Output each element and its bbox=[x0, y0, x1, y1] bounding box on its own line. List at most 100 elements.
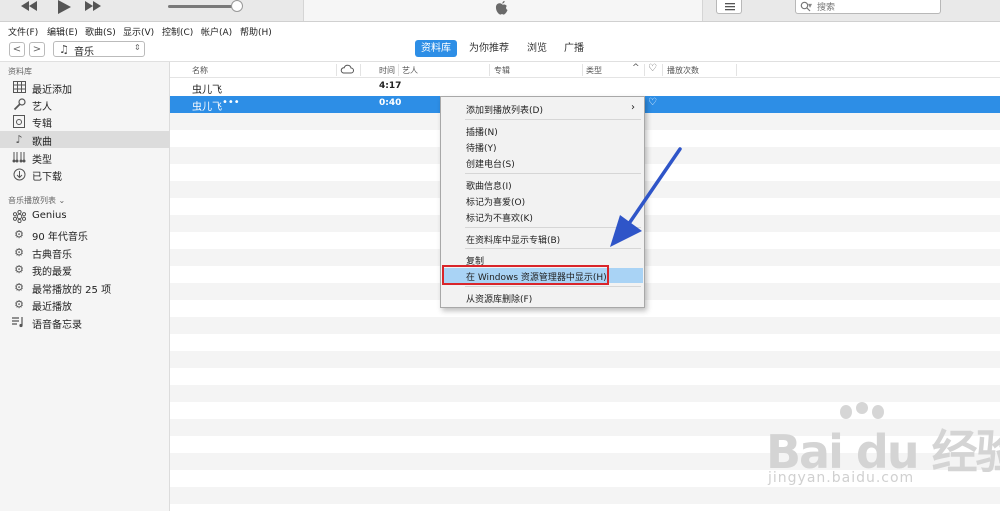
ctx-item-label: 从资源库删除(F) bbox=[466, 295, 533, 305]
sidebar-item-recently-played[interactable]: ⚙ 最近播放 bbox=[0, 296, 169, 313]
sort-ascending-icon: ^ bbox=[632, 63, 640, 73]
sidebar-item-favorites[interactable]: ⚙ 我的最爱 bbox=[0, 261, 169, 278]
sidebar-item-albums[interactable]: 专辑 bbox=[0, 113, 169, 130]
volume-knob[interactable] bbox=[231, 0, 243, 12]
sidebar-item-label: 类型 bbox=[32, 155, 52, 166]
sidebar-item-label: 专辑 bbox=[32, 119, 52, 130]
column-divider bbox=[644, 64, 645, 76]
heart-icon[interactable]: ♡ bbox=[648, 63, 657, 74]
ctx-delete-from-library[interactable]: 从资源库删除(F) bbox=[442, 290, 643, 305]
play-icon[interactable] bbox=[56, 0, 72, 14]
ctx-item-label: 插播(N) bbox=[466, 128, 498, 138]
genre-icon bbox=[12, 151, 26, 164]
sidebar-item-top-25[interactable]: ⚙ 最常播放的 25 项 bbox=[0, 279, 169, 296]
watermark-url: jingyan.baidu.com bbox=[768, 470, 915, 486]
table-header: 名称 时间 艺人 专辑 类型 ^ ♡ 播放次数 bbox=[170, 62, 1000, 78]
media-type-select[interactable]: ♫ 音乐 ⇕ bbox=[53, 41, 145, 58]
music-note-icon: ♪ bbox=[15, 133, 23, 146]
column-header-album[interactable]: 专辑 bbox=[494, 65, 510, 76]
sidebar-item-classical[interactable]: ⚙ 古典音乐 bbox=[0, 244, 169, 261]
search-dropdown-caret: ▾ bbox=[808, 1, 813, 10]
menu-controls[interactable]: 控制(C) bbox=[162, 25, 193, 38]
sidebar-item-label: 歌曲 bbox=[32, 137, 52, 148]
menu-song[interactable]: 歌曲(S) bbox=[85, 25, 116, 38]
sidebar-playlists-header[interactable]: 音乐播放列表 ⌄ bbox=[8, 195, 65, 206]
sidebar-item-label: 语音备忘录 bbox=[32, 320, 82, 331]
ctx-item-label: 在资料库中显示专辑(B) bbox=[466, 236, 561, 246]
empty-row bbox=[170, 368, 1000, 385]
menu-account[interactable]: 帐户(A) bbox=[201, 25, 232, 38]
sidebar-item-voice-memos[interactable]: 语音备忘录 bbox=[0, 314, 169, 331]
volume-slider[interactable] bbox=[168, 5, 236, 8]
sidebar-item-label: 最常播放的 25 项 bbox=[32, 285, 112, 296]
menu-edit[interactable]: 编辑(E) bbox=[47, 25, 78, 38]
download-icon bbox=[12, 168, 26, 181]
column-divider bbox=[662, 64, 663, 76]
sidebar-item-label: 已下载 bbox=[32, 172, 62, 183]
sidebar-item-90s-music[interactable]: ⚙ 90 年代音乐 bbox=[0, 226, 169, 243]
column-header-time[interactable]: 时间 bbox=[379, 65, 395, 76]
smart-playlist-gear-icon: ⚙ bbox=[14, 281, 24, 294]
annotation-arrow-icon bbox=[610, 147, 682, 247]
column-divider bbox=[582, 64, 583, 76]
column-divider bbox=[336, 64, 337, 76]
tab-browse[interactable]: 浏览 bbox=[521, 40, 553, 57]
column-divider bbox=[398, 64, 399, 76]
player-toolbar: ▾ 搜索 bbox=[0, 0, 1000, 22]
cloud-icon[interactable] bbox=[340, 64, 354, 76]
tab-library[interactable]: 资料库 bbox=[415, 40, 457, 57]
table-row[interactable]: 虫儿飞 4:17 bbox=[170, 79, 1000, 96]
baidu-jingyan-watermark: Bai du 经验 jingyan.baidu.com bbox=[760, 398, 1000, 511]
column-header-genre[interactable]: 类型 bbox=[586, 65, 602, 76]
sidebar-item-artists[interactable]: 艺人 bbox=[0, 96, 169, 113]
sidebar-item-genres[interactable]: 类型 bbox=[0, 149, 169, 166]
sidebar-item-label: 最近播放 bbox=[32, 302, 72, 313]
media-type-label: 音乐 bbox=[74, 47, 94, 58]
apple-logo-icon bbox=[492, 0, 512, 17]
sidebar-item-label: 艺人 bbox=[32, 102, 52, 113]
annotation-highlight-box bbox=[442, 265, 609, 285]
row-time: 4:17 bbox=[379, 81, 402, 91]
forward-button[interactable]: > bbox=[29, 42, 45, 57]
tab-for-you[interactable]: 为你推荐 bbox=[463, 40, 515, 57]
select-updown-icon: ⇕ bbox=[134, 43, 141, 52]
submenu-arrow-icon: › bbox=[631, 102, 635, 113]
column-divider bbox=[736, 64, 737, 76]
rewind-icon[interactable] bbox=[20, 0, 38, 14]
microphone-icon bbox=[12, 98, 26, 111]
chevron-down-icon: ⌄ bbox=[58, 196, 66, 205]
sidebar-item-label: 我的最爱 bbox=[32, 267, 72, 278]
ctx-add-to-playlist[interactable]: 添加到播放列表(D) › bbox=[442, 101, 643, 116]
heart-icon[interactable]: ♡ bbox=[648, 97, 657, 108]
search-input[interactable]: ▾ 搜索 bbox=[795, 0, 941, 14]
menubar: 文件(F) 编辑(E) 歌曲(S) 显示(V) 控制(C) 帐户(A) 帮助(H… bbox=[0, 22, 1000, 38]
sidebar-item-songs[interactable]: ♪ 歌曲 bbox=[0, 131, 169, 148]
tab-radio[interactable]: 广播 bbox=[558, 40, 590, 57]
menu-help[interactable]: 帮助(H) bbox=[240, 25, 272, 38]
menu-file[interactable]: 文件(F) bbox=[8, 25, 38, 38]
column-header-plays[interactable]: 播放次数 bbox=[667, 65, 699, 76]
sidebar-item-genius[interactable]: Genius bbox=[0, 208, 169, 225]
ctx-separator bbox=[465, 119, 641, 120]
sidebar-item-recently-added[interactable]: 最近添加 bbox=[0, 79, 169, 96]
column-header-name[interactable]: 名称 bbox=[192, 65, 208, 76]
row-name: 虫儿飞 bbox=[192, 85, 222, 96]
column-divider bbox=[489, 64, 490, 76]
music-note-icon: ♫ bbox=[59, 43, 69, 56]
sidebar-item-label: 90 年代音乐 bbox=[32, 232, 88, 243]
genius-icon bbox=[12, 209, 26, 224]
ctx-item-label: 标记为不喜欢(K) bbox=[466, 214, 533, 224]
sidebar-item-downloaded[interactable]: 已下载 bbox=[0, 166, 169, 183]
ctx-item-label: 歌曲信息(I) bbox=[466, 182, 512, 192]
smart-playlist-gear-icon: ⚙ bbox=[14, 228, 24, 241]
fast-forward-icon[interactable] bbox=[84, 0, 102, 14]
menu-view[interactable]: 显示(V) bbox=[123, 25, 154, 38]
sidebar: 资料库 最近添加 艺人 专辑 ♪ 歌曲 类型 已下载 音乐播放列表 ⌄ Geni… bbox=[0, 62, 170, 511]
more-options-icon[interactable]: ••• bbox=[222, 97, 240, 108]
back-button[interactable]: < bbox=[9, 42, 25, 57]
column-header-artist[interactable]: 艺人 bbox=[402, 65, 418, 76]
ctx-play-next[interactable]: 插播(N) bbox=[442, 123, 643, 138]
empty-row bbox=[170, 351, 1000, 368]
empty-row bbox=[170, 317, 1000, 334]
up-next-list-button[interactable] bbox=[716, 0, 742, 14]
